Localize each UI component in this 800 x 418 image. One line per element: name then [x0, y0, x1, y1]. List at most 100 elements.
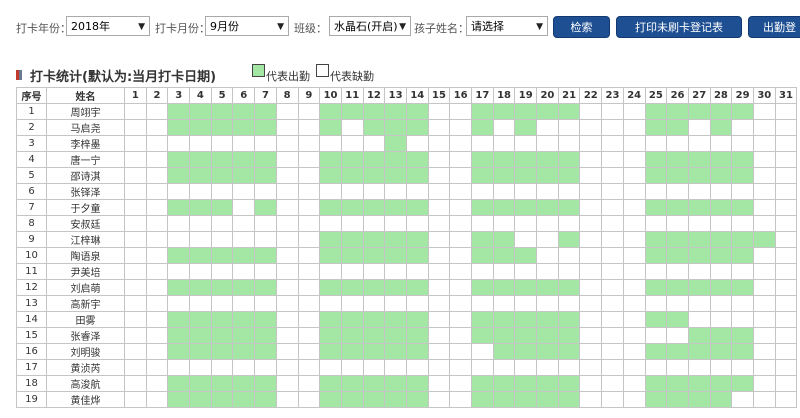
attendance-cell-present	[362, 119, 386, 136]
attendance-cell-present	[319, 247, 342, 264]
header-day: 10	[319, 87, 342, 104]
attendance-cell-present	[709, 199, 733, 216]
attendance-cell-present	[254, 167, 277, 184]
attendance-cell-present	[557, 311, 581, 328]
attendance-cell-present	[384, 119, 407, 136]
attendance-cell-present	[384, 231, 407, 248]
attendance-cell-absent	[731, 311, 754, 328]
attendance-cell-absent	[774, 263, 798, 280]
attendance-cell-absent	[774, 167, 798, 184]
attendance-cell-present	[210, 391, 234, 408]
attendance-cell-present	[319, 199, 342, 216]
attendance-cell-present	[666, 167, 689, 184]
attendance-cell-absent	[427, 343, 451, 360]
chevron-down-icon: ▼	[277, 22, 284, 32]
attendance-cell-absent	[189, 295, 212, 312]
attendance-cell-absent	[427, 119, 451, 136]
attendance-cell-absent	[579, 119, 603, 136]
year-select[interactable]: 2018年 ▼	[66, 16, 150, 36]
student-name: 陶语泉	[46, 247, 125, 264]
attendance-cell-present	[405, 247, 429, 264]
class-select[interactable]: 水晶石(开启) ▼	[329, 16, 411, 36]
attendance-cell-present	[210, 327, 234, 344]
header-day: 4	[189, 87, 212, 104]
attendance-cell-absent	[774, 391, 798, 408]
attendance-cell-present	[254, 247, 277, 264]
year-select-value: 2018年	[71, 20, 110, 33]
attendance-cell-absent	[275, 103, 299, 120]
attendance-cell-absent	[449, 375, 472, 392]
attendance-cell-absent	[449, 103, 472, 120]
attendance-cell-absent	[644, 295, 668, 312]
attendance-cell-present	[666, 231, 689, 248]
attendance-button[interactable]: 出勤登	[748, 16, 800, 38]
attendance-cell-absent	[427, 327, 451, 344]
attendance-cell-present	[687, 327, 711, 344]
attendance-cell-absent	[579, 167, 603, 184]
attendance-cell-present	[666, 375, 689, 392]
attendance-cell-absent	[427, 247, 451, 264]
attendance-cell-present	[362, 375, 386, 392]
header-day: 28	[709, 87, 733, 104]
attendance-cell-present	[254, 119, 277, 136]
attendance-cell-absent	[622, 231, 646, 248]
student-name: 于夕童	[46, 199, 125, 216]
attendance-cell-absent	[275, 295, 299, 312]
attendance-cell-absent	[210, 231, 234, 248]
attendance-cell-absent	[427, 295, 451, 312]
attendance-cell-present	[340, 391, 364, 408]
attendance-cell-present	[232, 167, 256, 184]
attendance-cell-present	[709, 279, 733, 296]
attendance-cell-present	[709, 343, 733, 360]
attendance-cell-absent	[774, 215, 798, 232]
attendance-cell-absent	[471, 343, 494, 360]
row-index: 5	[16, 167, 47, 184]
attendance-cell-absent	[124, 215, 147, 232]
legend-present-label: 代表出勤	[266, 70, 310, 83]
month-select[interactable]: 9月份 ▼	[205, 16, 289, 36]
attendance-cell-absent	[752, 199, 776, 216]
attendance-cell-present	[666, 279, 689, 296]
search-button[interactable]: 检索	[553, 16, 610, 38]
attendance-cell-absent	[514, 231, 538, 248]
student-name: 黄佳烨	[46, 391, 125, 408]
attendance-cell-absent	[774, 119, 798, 136]
attendance-cell-absent	[319, 359, 342, 376]
row-index: 7	[16, 199, 47, 216]
attendance-cell-absent	[124, 343, 147, 360]
attendance-cell-absent	[752, 343, 776, 360]
attendance-cell-absent	[731, 359, 754, 376]
attendance-cell-absent	[210, 135, 234, 152]
attendance-cell-present	[471, 327, 494, 344]
attendance-cell-absent	[492, 295, 516, 312]
attendance-cell-present	[189, 199, 212, 216]
row-index: 9	[16, 231, 47, 248]
attendance-cell-absent	[297, 151, 321, 168]
attendance-cell-absent	[384, 263, 407, 280]
attendance-cell-absent	[449, 215, 472, 232]
attendance-cell-absent	[145, 167, 169, 184]
table-header-row: 序号 姓名 1 2 3 4 5 6 7 8 9 10 11 12 13 14 15 16 17 18 19 20 21 2…	[16, 87, 798, 104]
attendance-cell-present	[514, 119, 538, 136]
attendance-cell-present	[384, 247, 407, 264]
row-index: 11	[16, 263, 47, 280]
attendance-cell-present	[492, 231, 516, 248]
attendance-cell-absent	[449, 183, 472, 200]
attendance-cell-absent	[579, 391, 603, 408]
child-label: 孩子姓名：	[414, 22, 469, 35]
header-day: 21	[557, 87, 581, 104]
attendance-cell-absent	[297, 311, 321, 328]
attendance-cell-present	[514, 167, 538, 184]
attendance-cell-absent	[275, 263, 299, 280]
print-unswiped-button[interactable]: 打印未刷卡登记表	[616, 16, 742, 38]
attendance-cell-absent	[579, 375, 603, 392]
attendance-cell-absent	[210, 359, 234, 376]
row-index: 17	[16, 359, 47, 376]
attendance-cell-absent	[145, 327, 169, 344]
attendance-cell-absent	[601, 135, 624, 152]
attendance-cell-absent	[427, 231, 451, 248]
attendance-cell-present	[362, 327, 386, 344]
student-name: 江梓琳	[46, 231, 125, 248]
child-select[interactable]: 请选择 ▼	[466, 16, 548, 36]
attendance-cell-present	[557, 391, 581, 408]
